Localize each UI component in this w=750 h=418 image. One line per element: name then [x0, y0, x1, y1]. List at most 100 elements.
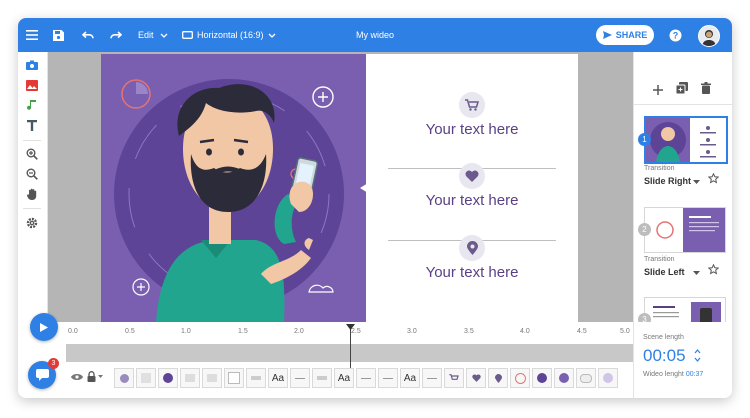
camera-icon[interactable]: [24, 57, 40, 73]
image-icon[interactable]: [24, 77, 40, 93]
slide-canvas[interactable]: Your text here Your text here Your text …: [101, 54, 578, 322]
scenes-panel: 1 Transition Slide Right 2 Transition Sl…: [633, 52, 732, 343]
hand-pan-icon[interactable]: [24, 186, 40, 202]
layer-chip-line[interactable]: [290, 368, 310, 388]
share-label: SHARE: [615, 30, 648, 40]
music-icon[interactable]: [24, 97, 40, 113]
scene-length-value[interactable]: 00:05: [643, 346, 686, 366]
layer-chip-text[interactable]: Aa: [268, 368, 288, 388]
edit-menu[interactable]: Edit: [138, 18, 168, 52]
layer-chip-line[interactable]: [378, 368, 398, 388]
play-button[interactable]: [30, 313, 58, 341]
chip-text: Aa: [337, 372, 351, 384]
layer-chip-circle[interactable]: [158, 368, 178, 388]
layer-chip-text[interactable]: Aa: [334, 368, 354, 388]
transition-label: Transition: [644, 256, 675, 263]
layer-chip-line[interactable]: [356, 368, 376, 388]
slide-item-1[interactable]: Your text here: [366, 92, 578, 138]
save-icon[interactable]: [53, 18, 64, 52]
help-icon[interactable]: ?: [669, 18, 682, 52]
text-tool-icon[interactable]: [24, 117, 40, 133]
play-icon: [40, 322, 48, 332]
scene-number-badge: 2: [638, 223, 651, 236]
chip-text: Aa: [403, 372, 417, 384]
chip-text: Aa: [271, 372, 285, 384]
transition-label: Transition: [644, 165, 675, 172]
layer-chip-circle[interactable]: [598, 368, 618, 388]
layer-chip-circle[interactable]: [554, 368, 574, 388]
cart-icon: [459, 92, 485, 118]
slide-item-text: Your text here: [425, 121, 519, 138]
layer-chip-circle[interactable]: [532, 368, 552, 388]
project-title: My wideo: [355, 30, 394, 40]
user-avatar[interactable]: [698, 25, 720, 47]
toolbar-divider: [23, 208, 41, 209]
left-toolbar: [18, 52, 48, 322]
ruler-tick: 5.0: [620, 328, 630, 335]
scene-thumbnail-1[interactable]: [644, 116, 728, 164]
layer-chip-image[interactable]: [246, 368, 266, 388]
scene-thumbnail-2[interactable]: [644, 207, 726, 253]
trash-icon[interactable]: [701, 81, 711, 99]
location-pin-icon[interactable]: [488, 368, 508, 388]
wideo-length-row: Wideo lenght 00:37: [643, 371, 703, 378]
slide-item-2[interactable]: Your text here: [366, 163, 578, 209]
slide-text-panel: Your text here Your text here Your text …: [366, 54, 578, 322]
ruler-tick: 0.0: [68, 328, 78, 335]
menu-icon[interactable]: [26, 18, 38, 52]
layer-chip-line[interactable]: [422, 368, 442, 388]
gear-icon[interactable]: [24, 215, 40, 231]
zoom-out-icon[interactable]: [24, 166, 40, 182]
chevron-down-icon[interactable]: [693, 180, 700, 184]
playhead[interactable]: [350, 326, 351, 370]
man-with-phone-illustration: [114, 79, 344, 322]
transition-select[interactable]: Slide Right: [644, 176, 691, 186]
svg-text:?: ?: [673, 30, 679, 40]
transition-select[interactable]: Slide Left: [644, 267, 685, 277]
heart-icon[interactable]: [466, 368, 486, 388]
scene-number-badge: 1: [638, 133, 651, 146]
slide-item-text: Your text here: [425, 264, 519, 281]
app-window: Edit Horizontal (16:9) My wideo SHARE ?: [18, 18, 732, 398]
duplicate-scene-icon[interactable]: [675, 81, 688, 99]
share-button[interactable]: SHARE: [596, 25, 654, 45]
layer-chip-text[interactable]: Aa: [400, 368, 420, 388]
zoom-in-icon[interactable]: [24, 146, 40, 162]
ruler-tick: 2.0: [294, 328, 304, 335]
location-pin-icon: [459, 235, 485, 261]
layer-chip-image[interactable]: [180, 368, 200, 388]
layer-chip-ring[interactable]: [510, 368, 530, 388]
layer-chip-cloud[interactable]: [576, 368, 596, 388]
add-scene-icon[interactable]: [653, 82, 663, 100]
ruler-tick: 3.0: [407, 328, 417, 335]
star-icon[interactable]: [708, 264, 719, 275]
scene-length-panel: Scene length 00:05 Wideo lenght 00:37: [633, 322, 732, 398]
chat-notification-badge: 3: [48, 358, 59, 369]
screen-ratio-icon: [182, 31, 193, 39]
toolbar-divider: [23, 140, 41, 141]
layer-chip-image[interactable]: [312, 368, 332, 388]
ruler-tick: 1.5: [238, 328, 248, 335]
ruler-tick: 0.5: [125, 328, 135, 335]
cart-icon[interactable]: [444, 368, 464, 388]
chevron-down-icon: [268, 33, 275, 38]
slide-item-text: Your text here: [425, 192, 519, 209]
ruler-tick: 1.0: [181, 328, 191, 335]
layer-chip-shape[interactable]: [114, 368, 134, 388]
format-menu[interactable]: Horizontal (16:9): [182, 18, 276, 52]
slide-item-3[interactable]: Your text here: [366, 235, 578, 281]
undo-icon[interactable]: [82, 18, 94, 52]
chevron-down-icon[interactable]: [693, 271, 700, 275]
star-icon[interactable]: [708, 173, 719, 184]
timeline-ruler: 0.0 0.5 1.0 1.5 2.0 2.5 3.0 3.5 4.0 4.5 …: [48, 328, 633, 342]
redo-icon[interactable]: [110, 18, 122, 52]
layer-chip-image[interactable]: [202, 368, 222, 388]
panel-arrow-icon: [360, 183, 368, 193]
stepper-arrows-icon[interactable]: [694, 349, 701, 362]
layer-chip-rectangle[interactable]: [224, 368, 244, 388]
layer-chips: Aa Aa Aa: [66, 366, 633, 390]
playhead-marker-icon[interactable]: [346, 324, 355, 330]
layer-chip-image[interactable]: [136, 368, 156, 388]
chevron-down-icon: [160, 33, 167, 38]
format-menu-label: Horizontal (16:9): [197, 30, 264, 40]
